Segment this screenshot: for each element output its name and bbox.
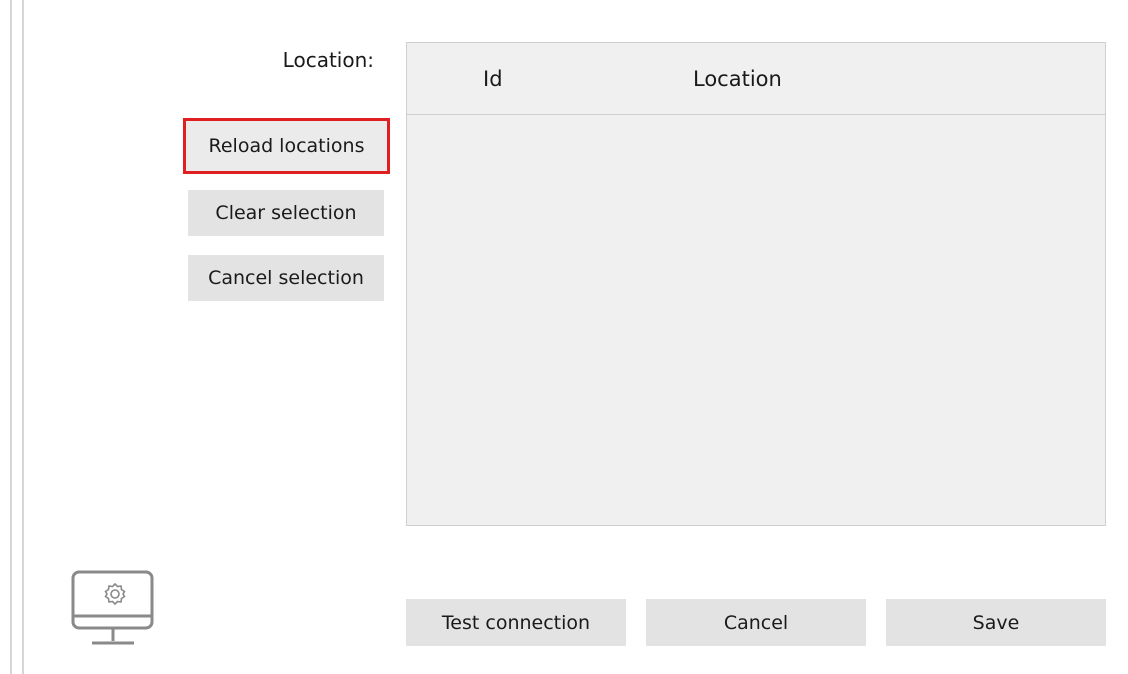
save-button[interactable]: Save [886, 599, 1106, 646]
cancel-button[interactable]: Cancel [646, 599, 866, 646]
column-header-location[interactable]: Location [693, 67, 782, 91]
left-divider-line [10, 0, 12, 674]
locations-grid[interactable]: Id Location [406, 42, 1106, 526]
test-connection-button[interactable]: Test connection [406, 599, 626, 646]
location-label: Location: [282, 48, 374, 72]
monitor-gear-icon [71, 570, 154, 645]
left-divider-line [22, 0, 24, 674]
grid-header: Id Location [407, 43, 1105, 115]
column-header-id[interactable]: Id [483, 67, 503, 91]
clear-selection-button[interactable]: Clear selection [188, 190, 384, 236]
cancel-selection-button[interactable]: Cancel selection [188, 255, 384, 301]
reload-locations-button[interactable]: Reload locations [183, 118, 390, 174]
